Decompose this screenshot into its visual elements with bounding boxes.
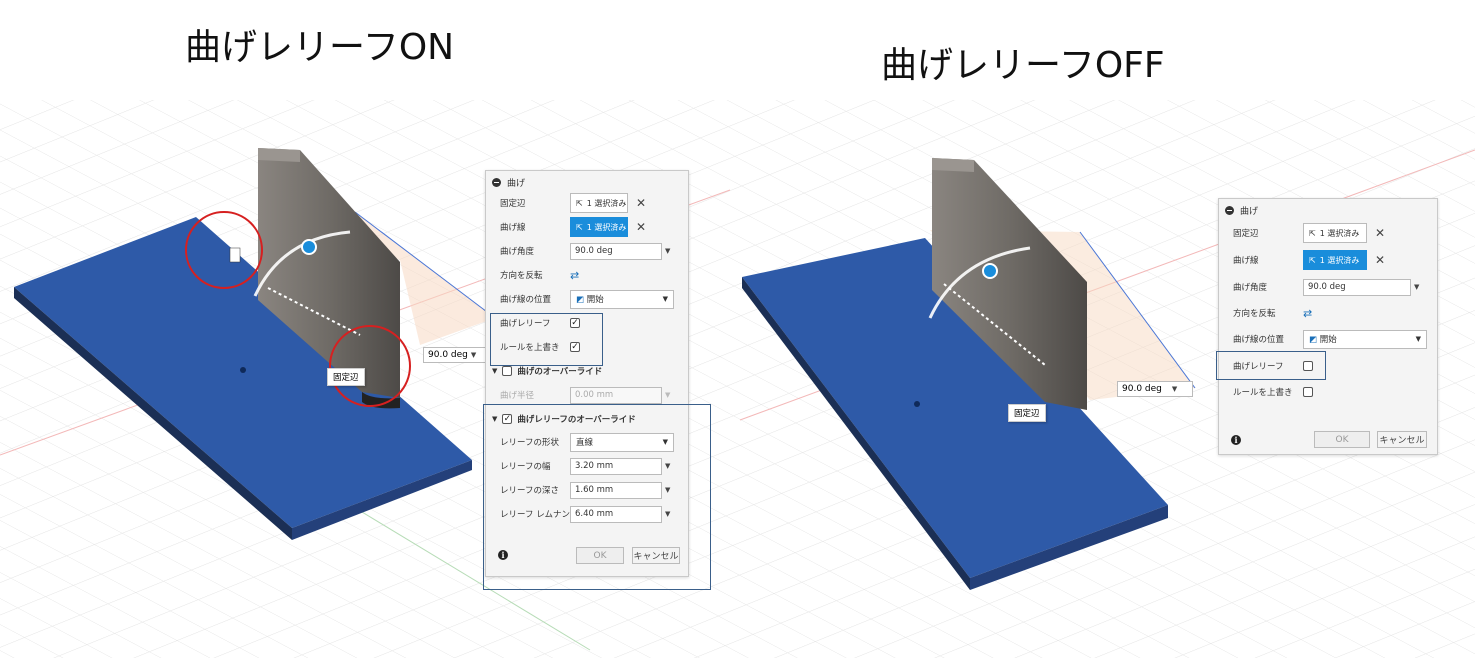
angle-value: 90.0 deg <box>428 350 468 360</box>
flip-label: 方向を反転 <box>1233 309 1276 319</box>
dialog-title: 曲げ <box>1225 204 1258 217</box>
override-rule-row: ルールを上書き <box>1233 381 1313 403</box>
bend-dialog-right: 曲げ 固定辺 ⇱ 1 選択済み ✕ 曲げ線 ⇱ 1 選択済み ✕ 曲げ角度 90… <box>1218 198 1438 455</box>
flip-row: 方向を反転 ⇄ <box>500 264 579 286</box>
bend-override-section[interactable]: ▼ 曲げのオーバーライド <box>492 365 602 377</box>
bend-angle-row: 曲げ角度 90.0 deg ▼ <box>500 240 670 262</box>
bend-line-label: 曲げ線 <box>1233 256 1259 266</box>
bend-angle-row: 曲げ角度 90.0 deg ▼ <box>1233 276 1419 298</box>
bend-line-value: 1 選択済み <box>1319 255 1360 265</box>
clear-selection-icon[interactable]: ✕ <box>636 220 646 234</box>
collapse-icon[interactable] <box>492 178 501 187</box>
chevron-down-icon: ▼ <box>1415 335 1421 343</box>
fixed-edge-select-button[interactable]: ⇱ 1 選択済み <box>570 193 628 213</box>
position-value: 開始 <box>1319 335 1337 345</box>
bend-line-row: 曲げ線 ⇱ 1 選択済み ✕ <box>500 216 646 238</box>
cancel-button[interactable]: キャンセル <box>1377 431 1427 448</box>
bend-angle-input[interactable]: 90.0 deg <box>1303 278 1411 296</box>
bend-angle-label: 曲げ角度 <box>1233 283 1268 293</box>
collapse-icon[interactable] <box>1225 206 1234 215</box>
bend-line-value: 1 選択済み <box>586 222 627 232</box>
bend-radius-input[interactable]: 0.00 mm <box>570 386 662 404</box>
clear-selection-icon[interactable]: ✕ <box>1375 253 1385 267</box>
ok-button[interactable]: OK <box>1314 431 1370 448</box>
chevron-down-icon: ▼ <box>662 295 668 303</box>
relief-highlight-box-left <box>490 313 603 366</box>
fixed-edge-label: 固定辺 <box>1233 229 1259 239</box>
fixed-edge-value: 1 選択済み <box>586 198 627 208</box>
fixed-edge-tag-left: 固定辺 <box>327 368 365 386</box>
bend-override-label: 曲げのオーバーライド <box>517 367 603 377</box>
bend-override-checkbox[interactable] <box>502 366 513 376</box>
flip-direction-icon[interactable]: ⇄ <box>1303 307 1312 320</box>
override-rule-label: ルールを上書き <box>1233 388 1293 398</box>
position-icon: ◩ <box>576 295 585 305</box>
bend-angle-label: 曲げ角度 <box>500 247 535 257</box>
clear-selection-icon[interactable]: ✕ <box>1375 226 1385 240</box>
chevron-down-icon[interactable]: ▼ <box>665 247 670 255</box>
position-label: 曲げ線の位置 <box>500 295 552 305</box>
position-dropdown[interactable]: ◩ 開始 ▼ <box>570 289 674 309</box>
bend-radius-row: 曲げ半径 0.00 mm ▼ <box>500 384 670 406</box>
relief-override-highlight-box <box>483 404 711 590</box>
dialog-title-text: 曲げ <box>507 179 526 189</box>
chevron-down-icon: ▼ <box>470 351 477 359</box>
dialog-title: 曲げ <box>492 176 525 189</box>
angle-value: 90.0 deg <box>1122 384 1162 394</box>
bend-radius-label: 曲げ半径 <box>500 391 535 401</box>
cursor-arrow-icon: ⇱ <box>1309 255 1316 265</box>
bend-line-label: 曲げ線 <box>500 223 526 233</box>
cursor-arrow-icon: ⇱ <box>1309 228 1316 238</box>
override-rule-checkbox[interactable] <box>1303 387 1313 397</box>
flip-label: 方向を反転 <box>500 271 543 281</box>
fixed-edge-row: 固定辺 ⇱ 1 選択済み ✕ <box>1233 222 1385 244</box>
flip-direction-icon[interactable]: ⇄ <box>570 269 579 282</box>
fixed-edge-label: 固定辺 <box>500 199 526 209</box>
position-row: 曲げ線の位置 ◩ 開始 ▼ <box>1233 328 1427 350</box>
fixed-edge-row: 固定辺 ⇱ 1 選択済み ✕ <box>500 192 646 214</box>
fixed-edge-value: 1 選択済み <box>1319 228 1360 238</box>
fixed-edge-tag-right: 固定辺 <box>1008 404 1046 422</box>
position-dropdown[interactable]: ◩ 開始 ▼ <box>1303 329 1427 349</box>
expand-triangle-icon: ▼ <box>492 367 498 375</box>
bend-line-row: 曲げ線 ⇱ 1 選択済み ✕ <box>1233 249 1385 271</box>
bend-line-select-button[interactable]: ⇱ 1 選択済み <box>570 217 628 237</box>
cursor-arrow-icon: ⇱ <box>576 198 583 208</box>
position-value: 開始 <box>586 295 604 305</box>
info-icon[interactable]: i <box>1231 435 1241 445</box>
position-label: 曲げ線の位置 <box>1233 335 1285 345</box>
position-icon: ◩ <box>1309 335 1318 345</box>
angle-input-left[interactable]: 90.0 deg ▼ <box>423 347 493 363</box>
chevron-down-icon: ▼ <box>1171 385 1178 393</box>
chevron-down-icon[interactable]: ▼ <box>1414 283 1419 291</box>
cursor-arrow-icon: ⇱ <box>576 222 583 232</box>
fixed-edge-select-button[interactable]: ⇱ 1 選択済み <box>1303 223 1367 243</box>
angle-input-right[interactable]: 90.0 deg ▼ <box>1117 381 1193 397</box>
chevron-down-icon: ▼ <box>665 391 671 399</box>
flip-row: 方向を反転 ⇄ <box>1233 302 1312 324</box>
bend-angle-input[interactable]: 90.0 deg <box>570 242 662 260</box>
position-row: 曲げ線の位置 ◩ 開始 ▼ <box>500 288 674 310</box>
dialog-title-text: 曲げ <box>1240 207 1259 217</box>
relief-highlight-box-right <box>1216 351 1326 380</box>
clear-selection-icon[interactable]: ✕ <box>636 196 646 210</box>
bend-line-select-button[interactable]: ⇱ 1 選択済み <box>1303 250 1367 270</box>
